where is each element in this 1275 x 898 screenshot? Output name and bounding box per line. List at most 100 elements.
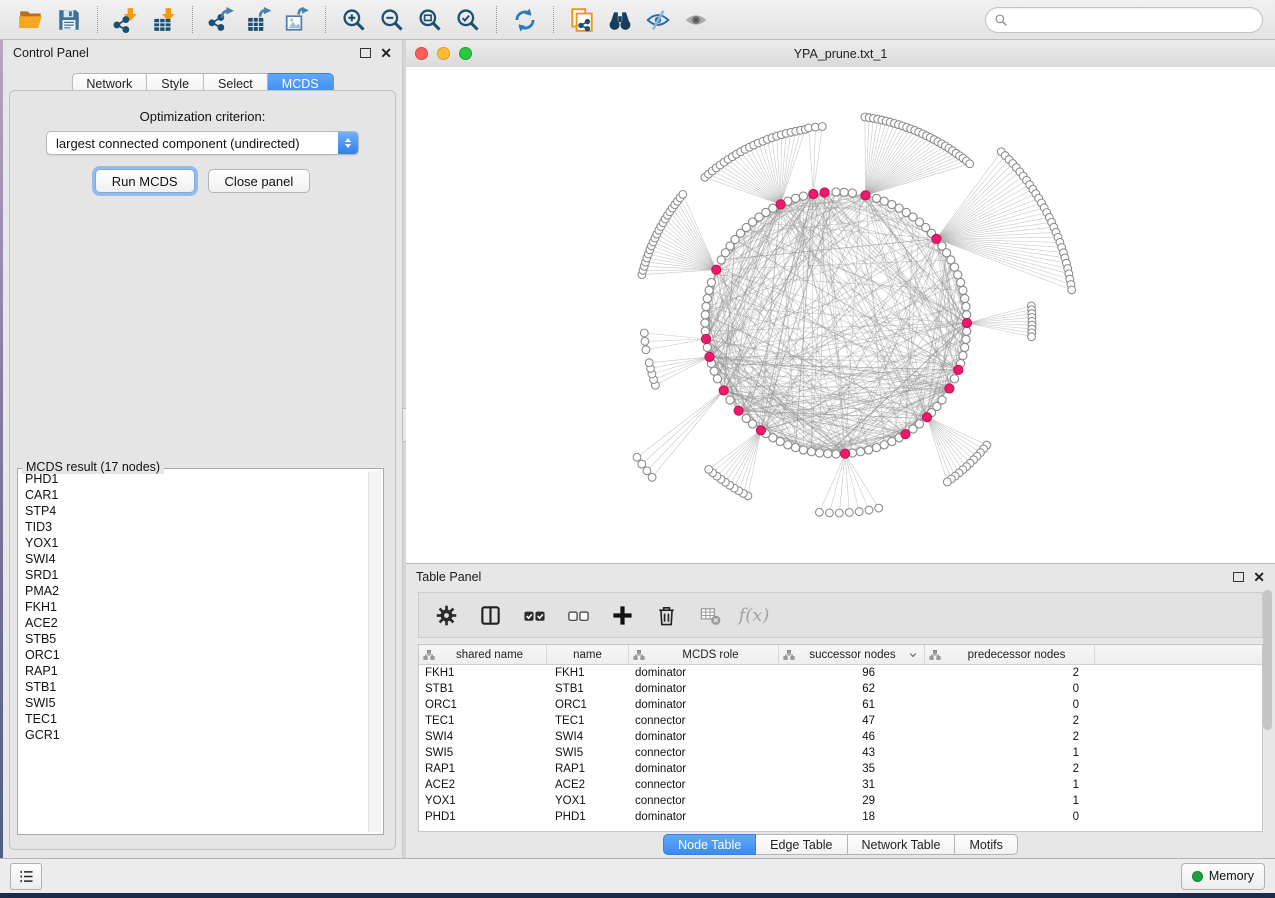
network-node[interactable] <box>807 448 815 456</box>
table-row[interactable]: STB1STB1dominator620 <box>419 681 1262 697</box>
network-canvas[interactable] <box>406 67 1275 563</box>
close-panel-icon[interactable]: ✕ <box>380 46 392 60</box>
mcds-hub-node[interactable] <box>756 426 765 435</box>
network-node[interactable] <box>950 375 958 383</box>
mcds-result-item[interactable]: CAR1 <box>20 487 369 503</box>
network-leaf-node[interactable] <box>835 509 843 517</box>
network-leaf-node[interactable] <box>1068 286 1076 294</box>
network-node[interactable] <box>702 303 710 311</box>
network-node[interactable] <box>872 444 880 452</box>
mcds-hub-node[interactable] <box>954 365 963 374</box>
network-node[interactable] <box>710 367 718 375</box>
network-leaf-node[interactable] <box>826 509 834 517</box>
network-node[interactable] <box>848 189 856 197</box>
mcds-result-item[interactable]: STB1 <box>20 679 369 695</box>
mcds-result-item[interactable]: ACE2 <box>20 615 369 631</box>
table-row[interactable]: PHD1PHD1dominator180 <box>419 809 1262 825</box>
network-node[interactable] <box>954 271 962 279</box>
select-all-columns-button[interactable] <box>519 598 549 632</box>
mcds-hub-node[interactable] <box>701 334 710 343</box>
network-node[interactable] <box>791 194 799 202</box>
tab-node-table[interactable]: Node Table <box>663 834 756 855</box>
deselect-all-columns-button[interactable] <box>563 598 593 632</box>
network-node[interactable] <box>742 414 750 422</box>
network-node[interactable] <box>880 441 888 449</box>
network-node[interactable] <box>791 444 799 452</box>
network-node[interactable] <box>799 192 807 200</box>
network-node[interactable] <box>872 194 880 202</box>
network-leaf-node[interactable] <box>875 504 883 512</box>
close-panel-button[interactable]: Close panel <box>208 169 311 193</box>
mcds-result-item[interactable]: YOX1 <box>20 535 369 551</box>
network-leaf-node[interactable] <box>865 506 873 514</box>
tab-motifs[interactable]: Motifs <box>955 834 1017 855</box>
network-node[interactable] <box>963 311 971 319</box>
network-leaf-node[interactable] <box>633 453 641 461</box>
clone-network-button[interactable] <box>565 4 599 36</box>
save-session-button[interactable] <box>52 4 86 36</box>
network-leaf-node[interactable] <box>679 191 687 199</box>
mcds-hub-node[interactable] <box>719 386 728 395</box>
network-node[interactable] <box>832 188 840 196</box>
mcds-result-item[interactable]: FKH1 <box>20 599 369 615</box>
network-node[interactable] <box>909 425 917 433</box>
import-table-button[interactable] <box>147 4 181 36</box>
mcds-result-list[interactable]: PHD1CAR1STP4TID3YOX1SWI4SRD1PMA2FKH1ACE2… <box>20 471 369 832</box>
mcds-result-item[interactable]: ORC1 <box>20 647 369 663</box>
criterion-dropdown[interactable]: largest connected component (undirected) <box>46 131 359 155</box>
network-leaf-node[interactable] <box>638 460 646 468</box>
network-node[interactable] <box>824 450 832 458</box>
network-leaf-node[interactable] <box>1028 333 1036 341</box>
float-table-panel-icon[interactable] <box>1233 572 1244 582</box>
network-node[interactable] <box>856 448 864 456</box>
mcds-result-item[interactable]: TID3 <box>20 519 369 535</box>
mcds-result-item[interactable]: STB5 <box>20 631 369 647</box>
network-node[interactable] <box>962 335 970 343</box>
network-node[interactable] <box>957 278 965 286</box>
tab-network-table[interactable]: Network Table <box>848 834 956 855</box>
network-node[interactable] <box>701 319 709 327</box>
network-leaf-node[interactable] <box>641 338 649 346</box>
network-node[interactable] <box>832 450 840 458</box>
mcds-result-item[interactable]: PMA2 <box>20 583 369 599</box>
mcds-hub-node[interactable] <box>962 318 971 327</box>
table-row[interactable]: SWI4SWI4dominator462 <box>419 729 1262 745</box>
network-node[interactable] <box>865 446 873 454</box>
table-row[interactable]: ACE2ACE2connector311 <box>419 777 1262 793</box>
mcds-hub-node[interactable] <box>861 191 870 200</box>
mcds-hub-node[interactable] <box>945 384 954 393</box>
table-row[interactable]: ORC1ORC1dominator610 <box>419 697 1262 713</box>
float-panel-icon[interactable] <box>360 48 371 58</box>
network-node[interactable] <box>840 188 848 196</box>
network-leaf-node[interactable] <box>645 359 653 367</box>
network-node[interactable] <box>959 352 967 360</box>
result-list-scrollbar[interactable] <box>368 471 381 832</box>
network-leaf-node[interactable] <box>643 467 651 475</box>
mcds-result-item[interactable]: GCR1 <box>20 727 369 743</box>
create-column-button[interactable] <box>607 598 637 632</box>
export-network-button[interactable] <box>204 4 238 36</box>
zoom-out-button[interactable] <box>375 4 409 36</box>
table-settings-button[interactable] <box>431 598 461 632</box>
network-leaf-node[interactable] <box>943 478 951 486</box>
tab-edge-table[interactable]: Edge Table <box>756 834 847 855</box>
mcds-hub-node[interactable] <box>932 234 941 243</box>
mcds-result-item[interactable]: SRD1 <box>20 567 369 583</box>
network-node[interactable] <box>799 446 807 454</box>
network-node[interactable] <box>961 294 969 302</box>
table-row[interactable]: YOX1YOX1connector291 <box>419 793 1262 809</box>
network-node[interactable] <box>703 294 711 302</box>
mcds-hub-node[interactable] <box>776 200 785 209</box>
table-scrollbar[interactable] <box>1263 590 1272 730</box>
network-leaf-node[interactable] <box>816 508 824 516</box>
column-header-successor-nodes[interactable]: successor nodes <box>779 645 925 664</box>
network-leaf-node[interactable] <box>855 508 863 516</box>
network-node[interactable] <box>888 437 896 445</box>
column-header-shared-name[interactable]: shared name <box>419 645 547 664</box>
network-leaf-node[interactable] <box>640 329 648 337</box>
mcds-hub-node[interactable] <box>841 449 850 458</box>
network-node[interactable] <box>961 343 969 351</box>
delete-column-button[interactable] <box>651 598 681 632</box>
memory-button[interactable]: Memory <box>1181 863 1265 890</box>
network-leaf-node[interactable] <box>705 466 713 474</box>
